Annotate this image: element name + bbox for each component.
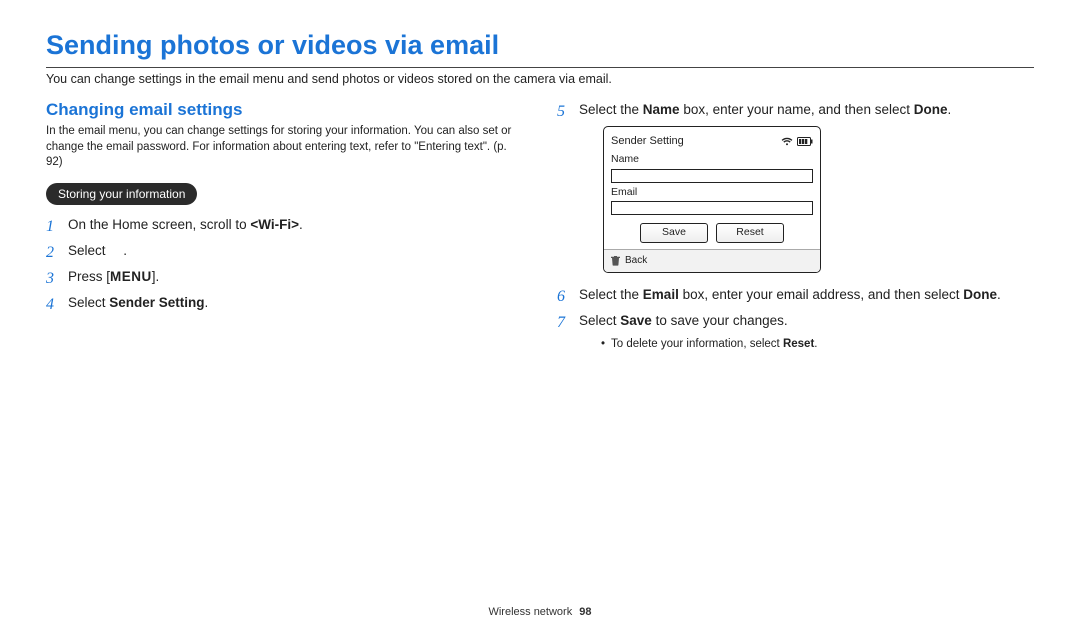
device-button-row: Save Reset (611, 223, 813, 243)
wifi-target: <Wi-Fi> (250, 217, 299, 232)
device-name-label: Name (611, 152, 813, 168)
name-box-label: Name (643, 102, 680, 117)
device-header: Sender Setting (611, 133, 813, 150)
done-label: Done (963, 287, 997, 302)
manual-page: Sending photos or videos via email You c… (0, 0, 1080, 630)
device-screen-title: Sender Setting (611, 133, 684, 150)
step-3: Press [MENU]. (46, 267, 523, 287)
step-text: . (299, 217, 303, 232)
step-text: ]. (152, 269, 160, 284)
device-reset-button[interactable]: Reset (716, 223, 784, 243)
two-column-layout: Changing email settings In the email men… (46, 100, 1034, 359)
step-text: On the Home screen, scroll to (68, 217, 250, 232)
note-reset: To delete your information, select Reset… (601, 336, 1034, 353)
save-label: Save (620, 313, 652, 328)
trash-icon (611, 256, 620, 266)
status-icons (781, 137, 813, 146)
step-text: . (205, 295, 209, 310)
step-text: Select (579, 313, 620, 328)
done-label: Done (914, 102, 948, 117)
step-2: Select . (46, 241, 523, 261)
device-screenshot: Sender Setting Name (603, 126, 821, 273)
device-email-input[interactable] (611, 201, 813, 215)
right-column: Select the Name box, enter your name, an… (557, 100, 1034, 359)
step-text: Select the (579, 287, 643, 302)
device-footer: Back (604, 249, 820, 272)
step-1: On the Home screen, scroll to <Wi-Fi>. (46, 215, 523, 235)
step-text: Select (68, 243, 109, 258)
step-6: Select the Email box, enter your email a… (557, 285, 1034, 305)
email-box-label: Email (643, 287, 679, 302)
device-email-label: Email (611, 185, 813, 201)
steps-left: On the Home screen, scroll to <Wi-Fi>. S… (46, 215, 523, 314)
note-text: To delete your information, select (611, 338, 783, 350)
step-5: Select the Name box, enter your name, an… (557, 100, 1034, 273)
battery-icon (797, 137, 813, 146)
notes-list: To delete your information, select Reset… (601, 336, 1034, 353)
step-text: to save your changes. (652, 313, 788, 328)
footer-page-number: 98 (579, 606, 591, 618)
step-text: box, enter your email address, and then … (679, 287, 963, 302)
topic-pill: Storing your information (46, 183, 197, 205)
device-save-button[interactable]: Save (640, 223, 708, 243)
title-rule (46, 67, 1034, 68)
device-name-input[interactable] (611, 169, 813, 183)
left-column: Changing email settings In the email men… (46, 100, 523, 359)
intro-text: You can change settings in the email men… (46, 72, 1034, 86)
note-text: . (814, 338, 817, 350)
wifi-icon (781, 137, 793, 146)
section-subhead: Changing email settings (46, 100, 523, 120)
step-text: . (123, 243, 127, 258)
footer-section: Wireless network (488, 606, 572, 618)
menu-button-label: MENU (110, 269, 152, 284)
step-text: Press [ (68, 269, 110, 284)
step-text: . (947, 102, 951, 117)
step-text: box, enter your name, and then select (680, 102, 914, 117)
step-4: Select Sender Setting. (46, 293, 523, 313)
page-footer: Wireless network 98 (0, 606, 1080, 618)
section-desc: In the email menu, you can change settin… (46, 124, 523, 171)
device-back-label[interactable]: Back (625, 253, 647, 268)
sender-setting-label: Sender Setting (109, 295, 204, 310)
page-title: Sending photos or videos via email (46, 30, 1034, 61)
steps-right: Select the Name box, enter your name, an… (557, 100, 1034, 353)
step-text: Select the (579, 102, 643, 117)
step-7: Select Save to save your changes. To del… (557, 311, 1034, 353)
step-text: . (997, 287, 1001, 302)
reset-label: Reset (783, 338, 814, 350)
step-text: Select (68, 295, 109, 310)
